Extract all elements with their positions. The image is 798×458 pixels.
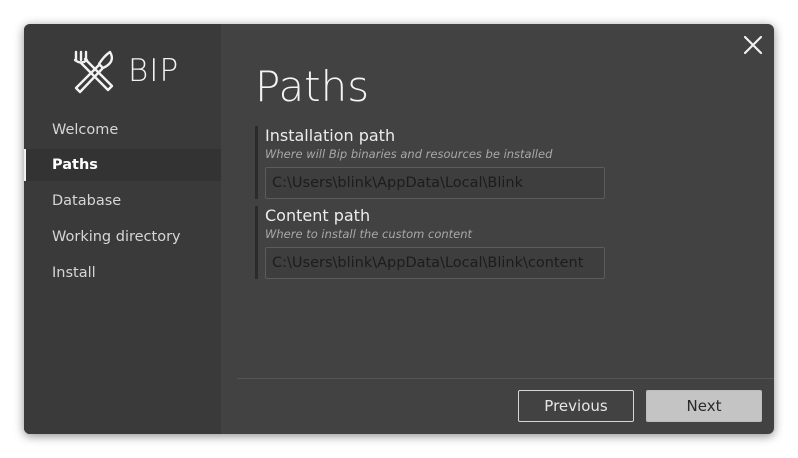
content-path-input[interactable]: C:\Users\blink\AppData\Local\Blink\conte…	[265, 247, 605, 279]
content-path-section: Content path Where to install the custom…	[255, 206, 605, 279]
sidebar: BIP Welcome Paths Database Working direc…	[24, 24, 221, 434]
previous-button[interactable]: Previous	[518, 390, 634, 422]
installation-path-title: Installation path	[265, 126, 396, 145]
content-path-title: Content path	[265, 206, 371, 225]
installer-window: BIP Welcome Paths Database Working direc…	[24, 24, 774, 434]
app-logo: BIP	[70, 48, 179, 94]
sidebar-item-welcome[interactable]: Welcome	[24, 114, 221, 146]
close-icon	[742, 35, 764, 60]
installation-path-subtitle: Where will Bip binaries and resources be…	[265, 147, 553, 161]
close-button[interactable]	[742, 34, 764, 56]
content-path-subtitle: Where to install the custom content	[265, 227, 473, 241]
sidebar-item-paths[interactable]: Paths	[24, 149, 221, 181]
installation-path-section: Installation path Where will Bip binarie…	[255, 126, 605, 199]
next-button[interactable]: Next	[646, 390, 762, 422]
sidebar-item-install[interactable]: Install	[24, 257, 221, 289]
crossed-tools-icon	[70, 48, 116, 94]
footer-divider	[237, 378, 774, 379]
sidebar-item-database[interactable]: Database	[24, 185, 221, 217]
sidebar-item-working-directory[interactable]: Working directory	[24, 221, 221, 253]
app-name: BIP	[128, 53, 180, 89]
installation-path-input[interactable]: C:\Users\blink\AppData\Local\Blink	[265, 167, 605, 199]
page-title: Paths	[255, 62, 370, 111]
